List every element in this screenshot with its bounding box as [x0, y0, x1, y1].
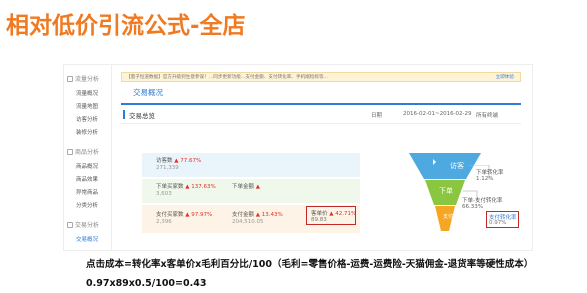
sidebar-item-category-analysis[interactable]: 分类分析 [76, 201, 98, 209]
section-title: 交易总览 [129, 112, 155, 120]
sidebar-item-abnormal-product[interactable]: 异常商品 [76, 188, 98, 196]
funnel-row-visitors: 访客数 ▲ 77.67% 271,339 [142, 153, 360, 177]
highlight-box-pay-conversion: 支付转化率 0.97% [486, 211, 519, 228]
section-header: 交易总览 日期 2016-02-01~2016-02-29 所有终端 [121, 107, 521, 124]
metric-value-2: 204,510.05 [232, 219, 264, 225]
metric-label-2: 下单金额 ▲ [232, 184, 260, 190]
order-pay-conversion-label: 下单-支付转化率 66.33% [462, 198, 503, 210]
page-title: 相对低价引流公式-全店 [6, 13, 246, 39]
sidebar-item-visitor-analysis[interactable]: 访客分析 [76, 115, 98, 123]
sidebar-item-traffic-map[interactable]: 流量地图 [76, 102, 98, 110]
sidebar-section-trade[interactable]: 交易分析 [67, 220, 99, 229]
terminal-select[interactable]: 所有终端 [476, 111, 498, 119]
calculation-line: 0.97x89x0.5/100=0.43 [86, 278, 207, 289]
date-range[interactable]: 2016-02-01~2016-02-29 [403, 111, 472, 117]
funnel-stage-label-orders: 下单 [439, 187, 453, 195]
sidebar-item-traffic-overview[interactable]: 流量概况 [76, 89, 98, 97]
formula-line: 点击成本=转化率x客单价x毛利百分比/100（毛利=零售价格-运费-运费险-天猫… [86, 259, 534, 270]
notice-text: 【量子恒道数据】官方升级到生意参谋！…同步更新功能…支付金额、支付转化率、手机端… [126, 75, 329, 80]
embedded-screenshot: 流量分析 流量概况 流量地图 访客分析 装修分析 商品分析 商品概况 商品效果 … [63, 64, 533, 251]
product-icon [67, 148, 73, 155]
metric-label: 访客数 ▲ 77.67% [156, 158, 202, 164]
metric-value: 3,603 [156, 191, 172, 197]
funnel-stage-label-payments: 支付 [443, 214, 454, 220]
trade-icon [67, 221, 73, 228]
section-marker [123, 110, 125, 119]
metric-value: 271,339 [156, 165, 179, 171]
metric-label-2: 支付金额 ▲ 13.43% [232, 212, 283, 218]
metric-label: 支付买家数 ▲ 97.97% [156, 212, 213, 218]
sidebar-section-traffic[interactable]: 流量分析 [67, 74, 99, 83]
metric-value: 2,396 [156, 219, 172, 225]
metric-label: 下单买家数 ▲ 137.63% [156, 184, 216, 190]
order-conversion-label: 下单转化率 1.12% [476, 170, 504, 182]
notice-link[interactable]: 立即体验 [496, 73, 514, 81]
sidebar-item-decoration-analysis[interactable]: 装修分析 [76, 128, 98, 136]
sidebar-item-product-overview[interactable]: 商品概况 [76, 162, 98, 170]
funnel-row-orders: 下单买家数 ▲ 137.63% 3,603 下单金额 ▲ [142, 179, 360, 203]
sidebar-section-product[interactable]: 商品分析 [67, 147, 99, 156]
notice-banner: 【量子恒道数据】官方升级到生意参谋！…同步更新功能…支付金额、支付转化率、手机端… [121, 72, 521, 82]
granularity-select[interactable]: 日期 [371, 111, 382, 119]
sidebar-item-trade-overview[interactable]: 交易概况 [76, 235, 98, 243]
sidebar-item-product-effect[interactable]: 商品效果 [76, 175, 98, 183]
sidebar: 流量分析 流量概况 流量地图 访客分析 装修分析 商品分析 商品概况 商品效果 … [64, 65, 112, 250]
tab-trade-overview[interactable]: 交易概况 [121, 83, 521, 105]
traffic-icon [67, 75, 73, 82]
highlight-box-unit-price: 客单价 ▲ 42.71% 89.83 [306, 206, 356, 225]
tab-label: 交易概况 [133, 88, 163, 97]
